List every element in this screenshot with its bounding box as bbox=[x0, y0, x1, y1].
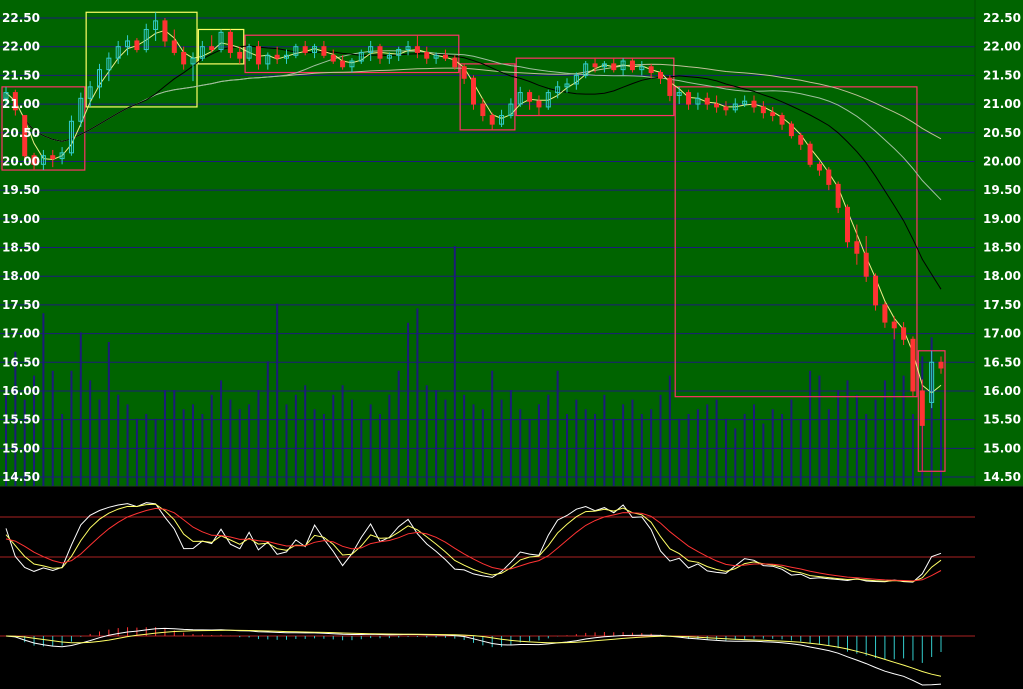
y-tick-label-right: 20.00 bbox=[983, 154, 1021, 168]
candle-body bbox=[461, 66, 467, 79]
y-tick-label-left: 18.00 bbox=[2, 269, 40, 283]
y-tick-label-right: 15.00 bbox=[983, 441, 1021, 455]
candle-body bbox=[414, 46, 420, 53]
candle-body bbox=[760, 106, 766, 114]
y-tick-label-left: 21.00 bbox=[2, 97, 40, 111]
y-tick-label-left: 22.00 bbox=[2, 40, 40, 54]
candle-body bbox=[629, 60, 635, 71]
candle-body bbox=[471, 77, 476, 105]
y-tick-label-left: 19.00 bbox=[2, 212, 40, 226]
y-tick-label-right: 22.50 bbox=[983, 11, 1021, 25]
candle-body bbox=[826, 169, 832, 185]
candle-body bbox=[171, 40, 177, 53]
y-tick-label-left: 17.50 bbox=[2, 298, 40, 312]
candle-body bbox=[910, 338, 916, 392]
y-tick-label-right: 16.50 bbox=[983, 355, 1021, 369]
oscillator-panel-background bbox=[0, 486, 1023, 689]
y-tick-label-left: 15.50 bbox=[2, 413, 40, 427]
candle-body bbox=[611, 63, 617, 71]
candle-body bbox=[845, 206, 850, 243]
y-tick-label-left: 16.00 bbox=[2, 384, 40, 398]
candle-body bbox=[330, 54, 336, 62]
candle-body bbox=[274, 54, 280, 59]
candle-body bbox=[321, 46, 327, 56]
y-tick-label-right: 21.50 bbox=[983, 68, 1021, 82]
stock-chart: 22.50 22.50 22.00 22.00 21.50 21.50 21.00 21.00… bbox=[0, 0, 1023, 689]
y-tick-label-left: 22.50 bbox=[2, 11, 40, 25]
y-tick-label-left: 18.50 bbox=[2, 241, 40, 255]
candle-body bbox=[779, 115, 785, 125]
y-tick-label-right: 18.50 bbox=[983, 241, 1021, 255]
y-tick-label-left: 19.50 bbox=[2, 183, 40, 197]
candle-body bbox=[480, 103, 486, 117]
candle-body bbox=[807, 143, 813, 165]
candle-body bbox=[751, 100, 757, 108]
candle-body bbox=[452, 57, 458, 68]
candle-body bbox=[340, 60, 346, 68]
y-tick-label-right: 22.00 bbox=[983, 40, 1021, 54]
y-tick-label-right: 21.00 bbox=[983, 97, 1021, 111]
candle-body bbox=[237, 51, 243, 59]
candle-body bbox=[527, 92, 533, 102]
candle-body bbox=[181, 51, 187, 65]
candle-body bbox=[227, 31, 233, 53]
candle-body bbox=[714, 103, 720, 108]
y-tick-label-left: 17.00 bbox=[2, 327, 40, 341]
candle-body bbox=[938, 361, 944, 369]
y-tick-label-left: 20.50 bbox=[2, 126, 40, 140]
candle-body bbox=[835, 183, 841, 208]
candle-body bbox=[901, 327, 907, 340]
y-tick-label-right: 20.50 bbox=[983, 126, 1021, 140]
candle-body bbox=[442, 54, 448, 59]
candle-body bbox=[873, 275, 879, 306]
candle-body bbox=[658, 72, 663, 79]
candle-body bbox=[489, 115, 495, 125]
candle-body bbox=[723, 106, 729, 111]
y-tick-label-right: 19.50 bbox=[983, 183, 1021, 197]
y-tick-label-right: 15.50 bbox=[983, 413, 1021, 427]
candle-body bbox=[50, 155, 56, 160]
candle-body bbox=[854, 241, 860, 254]
candle-body bbox=[377, 46, 383, 59]
candle-body bbox=[770, 112, 776, 117]
candle-body bbox=[882, 304, 888, 323]
candle-body bbox=[816, 163, 822, 171]
candle-body bbox=[919, 390, 925, 426]
y-tick-label-left: 21.50 bbox=[2, 68, 40, 82]
y-tick-label-left: 15.00 bbox=[2, 441, 40, 455]
candle-body bbox=[424, 51, 430, 59]
candle-body bbox=[134, 40, 140, 51]
candle-body bbox=[255, 46, 261, 65]
candle-body bbox=[667, 77, 673, 96]
candle-body bbox=[302, 46, 308, 53]
y-tick-label-right: 14.50 bbox=[983, 470, 1021, 484]
candle-body bbox=[788, 123, 794, 137]
candle-body bbox=[891, 321, 897, 329]
y-tick-label-right: 17.50 bbox=[983, 298, 1021, 312]
candle-body bbox=[863, 252, 869, 277]
candle-body bbox=[592, 63, 598, 68]
y-tick-label-left: 16.50 bbox=[2, 355, 40, 369]
candle-body bbox=[798, 135, 804, 145]
y-tick-label-right: 16.00 bbox=[983, 384, 1021, 398]
candle-body bbox=[536, 100, 542, 108]
candle-body bbox=[704, 97, 710, 105]
y-tick-label-left: 14.50 bbox=[2, 470, 40, 484]
candle-body bbox=[686, 92, 692, 105]
y-tick-label-left: 20.00 bbox=[2, 154, 40, 168]
candle-body bbox=[648, 66, 654, 74]
y-tick-label-right: 19.00 bbox=[983, 212, 1021, 226]
y-tick-label-right: 18.00 bbox=[983, 269, 1021, 283]
candle-body bbox=[162, 20, 168, 42]
y-tick-label-right: 17.00 bbox=[983, 327, 1021, 341]
candle-body bbox=[209, 46, 215, 51]
